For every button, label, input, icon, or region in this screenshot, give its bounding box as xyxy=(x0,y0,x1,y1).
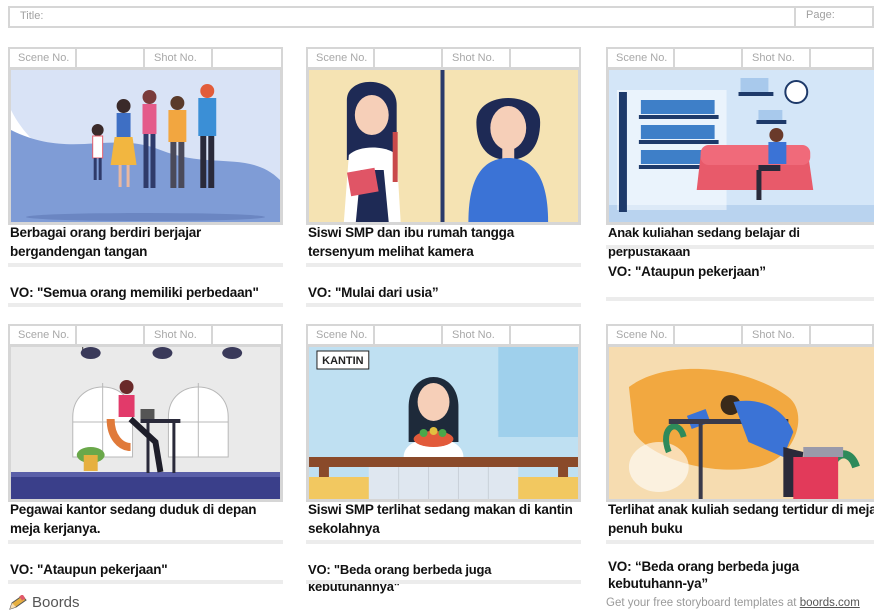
panel-header: Scene No. Shot No. xyxy=(306,324,581,344)
scene-no-label: Scene No. xyxy=(316,52,368,64)
panel-illustration xyxy=(8,344,283,502)
shot-no-label: Shot No. xyxy=(752,329,795,341)
panel-voiceover: VO: "Beda orang berbeda juga kebutuhanny… xyxy=(308,562,492,594)
panel-header: Scene No. Shot No. xyxy=(8,47,283,67)
panel-description: Terlihat anak kuliah sedang tertidur di … xyxy=(608,502,874,536)
panel-description: Siswi SMP terlihat sedang makan di kanti… xyxy=(308,502,573,536)
sleeping-student-image xyxy=(609,347,874,499)
footer-note: Get your free storyboard templates at bo… xyxy=(606,597,860,609)
shot-no-label: Shot No. xyxy=(154,329,197,341)
panel-voiceover: VO: "Semua orang memiliki perbedaan" xyxy=(10,285,259,300)
shot-no-label: Shot No. xyxy=(452,329,495,341)
storyboard-panel-5: Scene No. Shot No. KANTIN Siswi SMP terl… xyxy=(306,324,581,594)
scene-no-label: Scene No. xyxy=(616,52,668,64)
canteen-sign: KANTIN xyxy=(322,355,363,367)
panel-description: Siswi SMP dan ibu rumah tangga tersenyum… xyxy=(308,225,515,259)
brand-name: Boords xyxy=(32,594,80,611)
shot-no-label: Shot No. xyxy=(154,52,197,64)
panel-description: Anak kuliahan sedang belajar di perpusta… xyxy=(608,225,800,259)
footer-note-text: Get your free storyboard templates at xyxy=(606,597,800,609)
panel-description: Berbagai orang berdiri berjajar bergande… xyxy=(10,225,202,259)
panel-illustration xyxy=(606,344,874,502)
canteen-student-image: KANTIN xyxy=(309,347,578,499)
scene-no-label: Scene No. xyxy=(616,329,668,341)
footer-link[interactable]: boords.com xyxy=(800,597,860,609)
scene-no-label: Scene No. xyxy=(18,52,70,64)
panel-voiceover: VO: “Beda orang berbeda juga kebutuhann-… xyxy=(608,559,799,591)
storyboard-panel-1: Scene No. Shot No. Berbagai orang berdir… xyxy=(8,47,283,307)
people-row-image xyxy=(11,70,280,222)
panel-header: Scene No. Shot No. xyxy=(8,324,283,344)
title-label: Title: xyxy=(20,10,44,22)
panel-voiceover: VO: "Ataupun pekerjaan" xyxy=(10,562,168,577)
panel-header: Scene No. Shot No. xyxy=(606,47,874,67)
storyboard-panel-3: Scene No. Shot No. Anak kuliahan sedang … xyxy=(606,47,874,307)
panel-illustration xyxy=(606,67,874,225)
storyboard-panel-4: Scene No. Shot No. Pegawai kantor sedang… xyxy=(8,324,283,584)
panel-voiceover: VO: "Ataupun pekerjaan” xyxy=(608,264,766,279)
panel-description: Pegawai kantor sedang duduk di depan mej… xyxy=(10,502,257,536)
scene-no-label: Scene No. xyxy=(316,329,368,341)
panel-header: Scene No. Shot No. xyxy=(606,324,874,344)
shot-no-label: Shot No. xyxy=(452,52,495,64)
storyboard-panel-6: Scene No. Shot No. Terlihat anak kuliah … xyxy=(606,324,874,591)
page-box: Page: xyxy=(794,6,874,28)
panel-illustration xyxy=(306,67,581,225)
panel-illustration: KANTIN xyxy=(306,344,581,502)
title-bar: Title: Page: xyxy=(8,6,874,28)
shot-no-label: Shot No. xyxy=(752,52,795,64)
pencil-icon xyxy=(9,595,27,610)
student-and-mother-image xyxy=(309,70,578,222)
scene-no-label: Scene No. xyxy=(18,329,70,341)
panel-illustration xyxy=(8,67,283,225)
panel-voiceover: VO: "Mulai dari usia” xyxy=(308,285,439,300)
storyboard-panel-2: Scene No. Shot No. Siswi SMP dan ibu rum… xyxy=(306,47,581,307)
office-worker-image xyxy=(11,347,280,499)
page-label: Page: xyxy=(806,9,835,21)
panel-header: Scene No. Shot No. xyxy=(306,47,581,67)
library-student-image xyxy=(609,70,874,222)
